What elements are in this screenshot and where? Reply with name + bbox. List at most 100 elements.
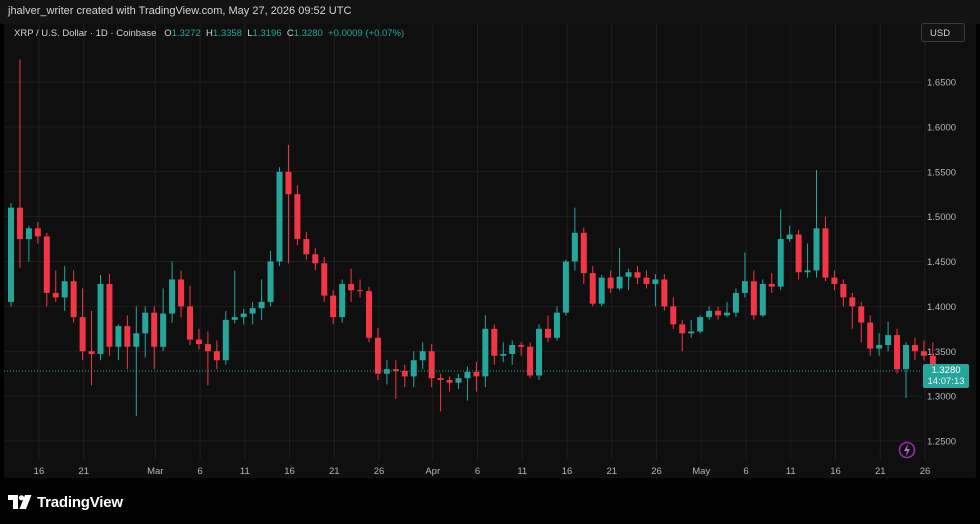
- candle-body: [911, 344, 918, 352]
- tradingview-logo[interactable]: TradingView: [8, 493, 123, 511]
- time-tick-label: Apr: [425, 466, 440, 477]
- candle-body: [849, 297, 856, 307]
- snapshot-icon[interactable]: [897, 440, 917, 460]
- candle-body: [697, 317, 704, 332]
- change-value: +0.0009 (+0.07%): [328, 28, 405, 39]
- candle-body: [249, 308, 256, 314]
- candle-body: [580, 232, 587, 274]
- symbol-legend: XRP / U.S. Dollar · 1D · Coinbase O1.327…: [14, 28, 404, 39]
- candle-body: [240, 313, 247, 318]
- high-label: H: [206, 28, 213, 39]
- price-tick-label: 1.3000: [927, 392, 956, 403]
- candle-body: [339, 283, 346, 318]
- candle-body: [920, 351, 927, 356]
- price-tick-label: 1.6500: [927, 78, 956, 89]
- price-tick-label: 1.3500: [927, 347, 956, 358]
- candle-body: [70, 281, 77, 318]
- candle-body: [894, 335, 901, 370]
- candle-body: [831, 277, 838, 284]
- time-tick-label: Mar: [147, 466, 163, 477]
- candle-body: [88, 351, 95, 354]
- close-label: C: [286, 28, 294, 39]
- time-axis: 16 21 Mar 6 11 16 21 26 Apr 6 11 16 21 26 May 6 11 16 21 26: [34, 466, 931, 477]
- candle-body: [446, 379, 453, 383]
- time-tick-label: 16: [830, 466, 841, 477]
- open-value: 1.3272: [171, 28, 201, 39]
- candle-body: [670, 306, 677, 325]
- candle-body: [204, 344, 211, 352]
- candle-body: [151, 312, 158, 347]
- candle-body: [536, 328, 543, 376]
- candle-body: [124, 326, 131, 347]
- candle-body: [8, 207, 14, 302]
- tradingview-logo-icon: [8, 495, 32, 509]
- candle-body: [491, 328, 498, 356]
- candle-body: [607, 277, 614, 289]
- candle-body: [759, 283, 766, 316]
- candle-body: [795, 234, 802, 273]
- time-tick-label: 11: [786, 466, 796, 477]
- candle-body: [213, 351, 220, 361]
- candle-body: [357, 290, 364, 292]
- candlestick-chart[interactable]: 1.6500 1.6000 1.5500 1.5000 1.4500 1.4000 1.35…: [0, 0, 980, 478]
- candle-body: [348, 283, 355, 291]
- candle-body: [374, 337, 381, 374]
- candle-body: [267, 261, 274, 302]
- candle-body: [885, 335, 892, 345]
- candle-body: [178, 279, 185, 307]
- candle-body: [867, 322, 874, 349]
- candle-body: [571, 232, 578, 262]
- time-tick-label: 21: [78, 466, 89, 477]
- candle-body: [598, 277, 605, 304]
- low-value: 1.3196: [252, 28, 282, 39]
- candle-body: [258, 301, 265, 309]
- candle-body: [589, 273, 596, 304]
- candle-body: [97, 283, 104, 354]
- time-tick-label: 16: [284, 466, 295, 477]
- candle-body: [482, 328, 489, 377]
- candle-body: [366, 291, 372, 338]
- candle-body: [222, 319, 229, 361]
- candle-body: [545, 328, 551, 338]
- time-tick-label: 26: [920, 466, 931, 477]
- candles: [8, 59, 945, 416]
- candle-body: [303, 239, 310, 255]
- candle-body: [455, 378, 462, 383]
- candle-body: [321, 263, 328, 296]
- candle-body: [777, 239, 784, 287]
- candle-body: [786, 234, 793, 240]
- time-tick-label: 6: [197, 466, 202, 477]
- currency-button[interactable]: USD: [921, 23, 965, 42]
- high-value: 1.3358: [212, 28, 242, 39]
- candle-body: [643, 277, 650, 284]
- candle-body: [419, 351, 426, 361]
- candle-body: [858, 306, 865, 323]
- candle-body: [473, 371, 480, 377]
- candle-body: [750, 281, 757, 316]
- time-tick-label: May: [692, 466, 710, 477]
- bar-countdown: 14:07:13: [927, 376, 965, 387]
- time-tick-label: 6: [475, 466, 480, 477]
- candle-body: [79, 317, 86, 352]
- candle-body: [876, 344, 883, 349]
- price-tick-label: 1.6000: [927, 122, 956, 133]
- price-tick-label: 1.5500: [927, 167, 956, 178]
- candle-body: [43, 236, 50, 293]
- candle-body: [106, 283, 113, 347]
- price-tick-label: 1.5000: [927, 212, 956, 223]
- footer: [0, 478, 980, 524]
- time-tick-label: 26: [374, 466, 385, 477]
- time-tick-label: 16: [562, 466, 573, 477]
- candle-body: [518, 344, 525, 347]
- candle-body: [464, 371, 471, 379]
- price-axis: 1.6500 1.6000 1.5500 1.5000 1.4500 1.4000 1.35…: [927, 78, 956, 448]
- candle-body: [768, 283, 775, 287]
- candle-body: [715, 310, 722, 316]
- candle-body: [16, 207, 23, 240]
- time-tick-label: 21: [329, 466, 340, 477]
- candle-body: [133, 333, 140, 347]
- candle-body: [428, 351, 435, 379]
- last-price-value: 1.3280: [931, 365, 961, 376]
- candle-body: [294, 194, 301, 240]
- time-tick-label: 11: [517, 466, 527, 477]
